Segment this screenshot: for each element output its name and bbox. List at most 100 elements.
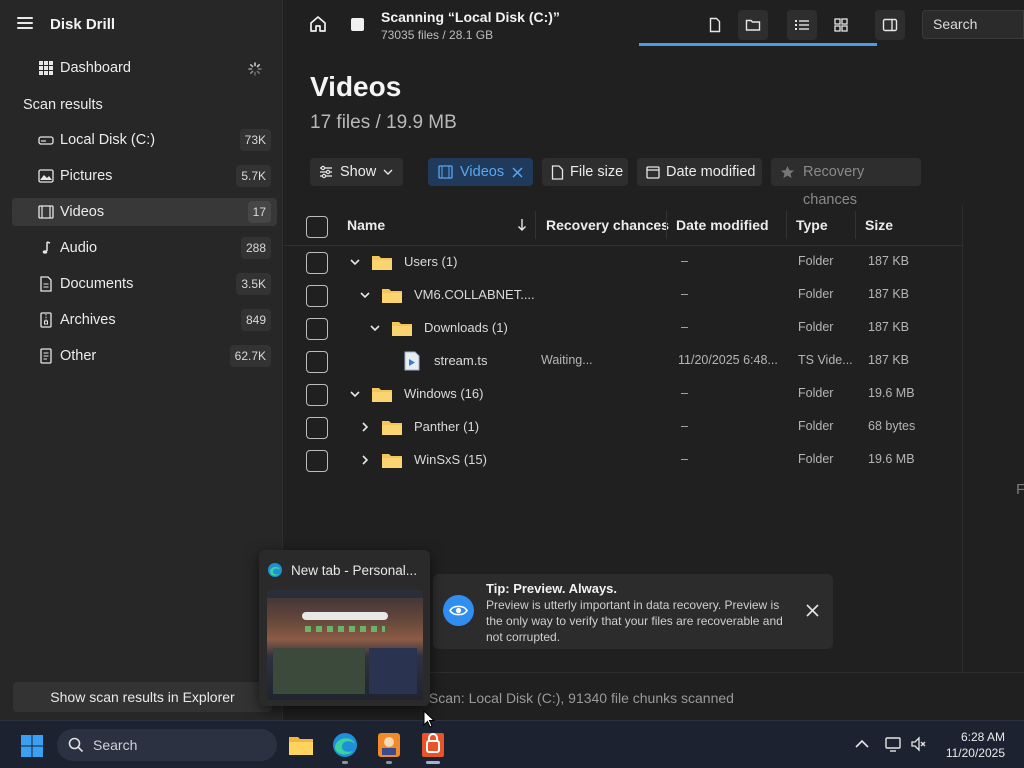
close-icon[interactable]	[512, 167, 523, 178]
recovery-chances-filter-button[interactable]: Recovery chances	[771, 158, 921, 208]
row-checkbox[interactable]	[306, 417, 328, 439]
sidebar-item-audio[interactable]: Audio 288	[12, 234, 277, 262]
file-type: Folder	[798, 320, 834, 334]
date-modified-filter-label: Date modified	[666, 164, 756, 180]
table-row[interactable]: Panther (1) – Folder 68 bytes	[284, 411, 964, 444]
windows-start-icon[interactable]	[20, 734, 44, 758]
app-taskbar-icon[interactable]	[373, 729, 405, 764]
folder-view-button[interactable]	[738, 10, 768, 40]
preview-window-title: New tab - Personal...	[291, 563, 418, 578]
preview-panel-toggle[interactable]	[875, 10, 905, 40]
home-icon[interactable]	[308, 14, 328, 34]
edge-taskbar-icon[interactable]	[329, 729, 361, 764]
column-header-name[interactable]: Name	[347, 217, 385, 233]
sidebar-item-label: Other	[60, 348, 97, 364]
table-row[interactable]: Windows (16) – Folder 19.6 MB	[284, 378, 964, 411]
star-icon	[781, 166, 794, 178]
column-header-date[interactable]: Date modified	[676, 217, 769, 233]
chevron-right-icon[interactable]	[359, 421, 371, 433]
sidebar-item-label: Local Disk (C:)	[60, 132, 156, 148]
column-header-type[interactable]: Type	[796, 217, 828, 233]
date-modified: –	[681, 419, 688, 433]
chevron-up-icon[interactable]	[853, 735, 871, 753]
table-row[interactable]: VM6.COLLABNET.... – Folder 187 KB	[284, 279, 964, 312]
search-icon	[68, 737, 84, 753]
row-checkbox[interactable]	[306, 384, 328, 406]
sidebar-item-dashboard[interactable]: Dashboard	[12, 54, 277, 82]
clock-date: 11/20/2025	[945, 746, 1005, 760]
sort-down-arrow-icon[interactable]	[517, 218, 527, 232]
network-icon[interactable]	[884, 735, 902, 753]
table-row[interactable]: Downloads (1) – Folder 187 KB	[284, 312, 964, 345]
row-checkbox[interactable]	[306, 318, 328, 340]
count-badge: 73K	[239, 129, 271, 151]
show-in-explorer-button[interactable]: Show scan results in Explorer	[13, 682, 272, 712]
file-explorer-taskbar-icon[interactable]	[285, 729, 317, 761]
folder-icon	[372, 388, 392, 402]
table-row[interactable]: stream.ts Waiting... 11/20/2025 6:48... …	[284, 345, 964, 378]
row-checkbox[interactable]	[306, 450, 328, 472]
chevron-down-icon[interactable]	[369, 322, 381, 334]
file-icon	[551, 165, 564, 180]
calendar-icon	[646, 166, 660, 179]
list-view-button[interactable]	[787, 10, 817, 40]
running-indicator	[342, 761, 348, 764]
sidebar-item-archives[interactable]: Archives 849	[12, 306, 277, 334]
sidebar-item-label: Videos	[60, 204, 105, 220]
table-row[interactable]: Users (1) – Folder 187 KB	[284, 246, 964, 279]
row-checkbox[interactable]	[306, 252, 328, 274]
date-modified-filter-button[interactable]: Date modified	[637, 158, 762, 186]
row-checkbox[interactable]	[306, 285, 328, 307]
column-header-recovery[interactable]: Recovery chances	[546, 217, 669, 233]
file-type: TS Vide...	[798, 353, 853, 367]
date-modified: –	[681, 320, 688, 334]
archive-icon	[40, 312, 52, 328]
taskbar-search-label: Search	[93, 737, 138, 753]
file-size-filter-label: File size	[570, 164, 624, 180]
chevron-down-icon[interactable]	[359, 289, 371, 301]
sidebar-item-pictures[interactable]: Pictures 5.7K	[12, 162, 277, 190]
taskbar-clock[interactable]: 6:28 AM 11/20/2025	[946, 729, 1005, 761]
file-size: 187 KB	[868, 287, 910, 301]
row-checkbox[interactable]	[306, 351, 328, 373]
column-header-size[interactable]: Size	[865, 217, 893, 233]
document-icon	[40, 276, 52, 292]
chevron-down-icon	[383, 169, 393, 175]
sidebar-item-label: Audio	[60, 240, 98, 256]
stop-scan-button[interactable]	[351, 18, 364, 31]
disk-drill-taskbar-icon[interactable]	[417, 729, 449, 764]
top-toolbar: Scanning “Local Disk (C:)” 73035 files /…	[284, 0, 1024, 48]
file-size: 187 KB	[868, 254, 910, 268]
volume-muted-icon[interactable]	[910, 735, 928, 753]
preview-pane-divider[interactable]	[962, 205, 963, 672]
folder-icon	[372, 256, 392, 270]
close-icon[interactable]	[806, 604, 819, 617]
taskbar-search-box[interactable]: Search	[57, 729, 277, 761]
table-row[interactable]: WinSxS (15) – Folder 19.6 MB	[284, 444, 964, 477]
search-input[interactable]: Search	[922, 10, 1024, 39]
taskbar-window-preview[interactable]: New tab - Personal...	[259, 550, 430, 706]
videos-filter-chip[interactable]: Videos	[428, 158, 533, 186]
grid-view-button[interactable]	[826, 10, 856, 40]
chevron-right-icon[interactable]	[359, 454, 371, 466]
sidebar-item-videos[interactable]: Videos 17	[12, 198, 277, 226]
select-all-checkbox[interactable]	[306, 216, 328, 238]
chevron-down-icon[interactable]	[349, 388, 361, 400]
sidebar-item-other[interactable]: Other 62.7K	[12, 342, 277, 370]
file-view-button[interactable]	[700, 10, 730, 40]
sidebar-item-local-disk[interactable]: Local Disk (C:) 73K	[12, 126, 277, 154]
show-filter-button[interactable]: Show	[310, 158, 403, 186]
video-icon	[38, 205, 54, 219]
file-size-filter-button[interactable]: File size	[542, 158, 628, 186]
hamburger-menu-icon[interactable]	[17, 17, 33, 30]
loading-spinner-icon	[248, 62, 262, 76]
list-icon	[795, 20, 809, 30]
scan-subtitle: 73035 files / 28.1 GB	[381, 28, 494, 42]
file-size: 68 bytes	[868, 419, 916, 433]
sidebar: Disk Drill Dashboard Scan results Local …	[0, 0, 283, 720]
chevron-down-icon[interactable]	[349, 256, 361, 268]
sidebar-item-documents[interactable]: Documents 3.5K	[12, 270, 277, 298]
count-badge: 288	[240, 237, 271, 259]
file-size: 19.6 MB	[868, 386, 915, 400]
sidebar-item-label: Archives	[60, 312, 116, 328]
